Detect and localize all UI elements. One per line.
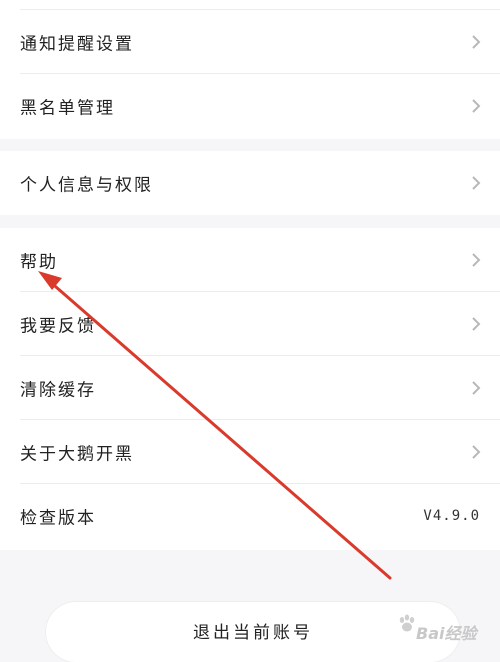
settings-group-privacy: 个人信息与权限 [0,151,500,215]
chevron-right-icon [472,99,481,113]
chevron-right-icon [472,317,481,331]
paw-icon [399,614,415,632]
settings-group-general: 帮助 我要反馈 清除缓存 关于大鹅开黑 检查版本 V4.9.0 [0,228,500,550]
row-label: 帮助 [20,252,58,273]
row-label: 清除缓存 [20,380,96,401]
row-check-version[interactable]: 检查版本 V4.9.0 [0,484,500,548]
row-label: 关于大鹅开黑 [20,444,134,465]
row-about[interactable]: 关于大鹅开黑 [0,420,500,484]
settings-group-notifications: 通知提醒设置 黑名单管理 [0,0,500,139]
row-blacklist[interactable]: 黑名单管理 [0,74,500,138]
row-notification-settings[interactable]: 通知提醒设置 [0,10,500,74]
row-label: 我要反馈 [20,316,96,337]
row-clear-cache[interactable]: 清除缓存 [0,356,500,420]
row-label: 检查版本 [20,508,96,529]
top-divider [20,9,500,10]
chevron-right-icon [472,445,481,459]
watermark-text: Bai经验 [416,624,477,643]
row-personal-info-permissions[interactable]: 个人信息与权限 [0,151,500,215]
chevron-right-icon [472,253,481,267]
row-label: 通知提醒设置 [20,34,134,55]
version-value: V4.9.0 [423,508,480,524]
row-label: 黑名单管理 [20,98,115,119]
chevron-right-icon [472,176,481,190]
row-help[interactable]: 帮助 [0,228,500,292]
baidu-watermark: Bai经验 [398,610,498,655]
chevron-right-icon [472,35,481,49]
row-label: 个人信息与权限 [20,175,153,196]
row-feedback[interactable]: 我要反馈 [0,292,500,356]
chevron-right-icon [472,381,481,395]
